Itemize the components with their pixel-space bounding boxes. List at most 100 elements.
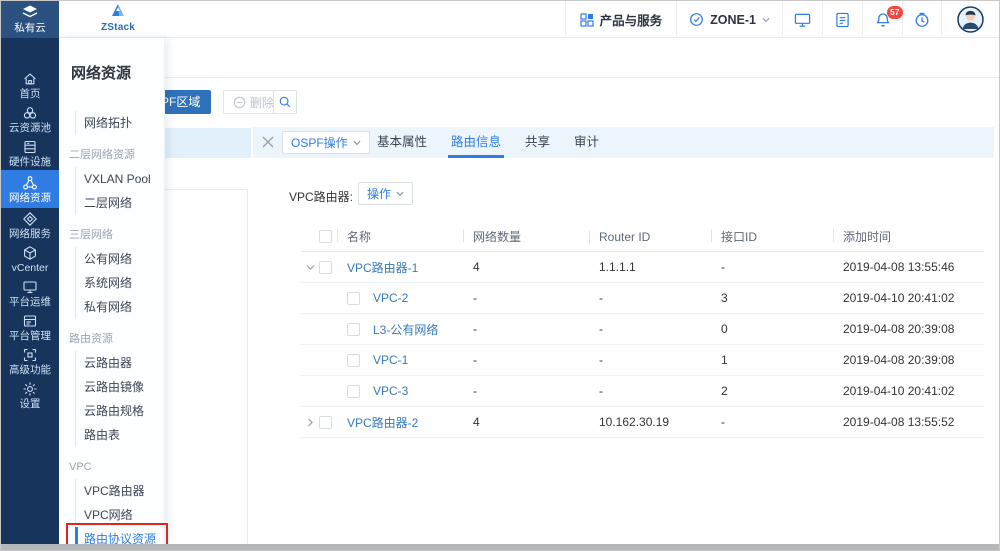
vpc-router-table: 名称网络数量Router ID接口ID添加时间 VPC路由器-141.1.1.1… — [301, 222, 984, 438]
hardware-icon — [22, 139, 38, 155]
subnav-item-vpc-network[interactable]: VPC网络 — [75, 503, 164, 527]
vcenter-icon — [22, 245, 38, 261]
platform-mgmt-icon — [22, 313, 38, 329]
vpc-router-label: VPC路由器: — [289, 188, 353, 205]
subnav-item-public-network[interactable]: 公有网络 — [75, 247, 164, 271]
subnav-item-vxlan-pool[interactable]: VXLAN Pool — [75, 167, 164, 191]
search-button[interactable] — [273, 90, 297, 114]
sidebar-item-vcenter[interactable]: vCenter — [1, 242, 59, 276]
column-separator — [337, 229, 338, 242]
products-services-menu[interactable]: 产品与服务 — [565, 1, 677, 38]
zstack-logo-icon — [108, 3, 128, 18]
column-header-label: 接口ID — [721, 228, 843, 245]
subnav-item-vrouter[interactable]: 云路由器 — [75, 351, 164, 375]
table-row: VPC路由器-141.1.1.1-2019-04-08 13:55:46 — [301, 252, 984, 283]
row-name-link[interactable]: VPC-2 — [373, 291, 408, 305]
row-checkbox[interactable] — [347, 385, 360, 398]
console-button[interactable] — [782, 1, 822, 38]
networks-cell: 4 — [473, 415, 599, 429]
sidebar-item-label: 设置 — [20, 399, 41, 410]
sidebar-item-label: 平台运维 — [9, 297, 51, 308]
sidebar-item-network-resource[interactable]: 网络资源 — [1, 170, 59, 208]
zone-label: ZONE-1 — [710, 13, 756, 27]
row-name-link[interactable]: VPC-1 — [373, 353, 408, 367]
chevron-right-icon[interactable] — [307, 418, 314, 427]
row-checkbox[interactable] — [319, 261, 332, 274]
row-name-link[interactable]: VPC-3 — [373, 384, 408, 398]
row-checkbox[interactable] — [319, 416, 332, 429]
detail-tab-1[interactable]: 路由信息 — [451, 127, 501, 158]
row-action-dropdown[interactable]: 操作 — [358, 182, 413, 205]
networks-cell: - — [473, 322, 599, 336]
row-checkbox[interactable] — [347, 292, 360, 305]
subnav-item-topology[interactable]: 网络拓扑 — [75, 111, 164, 135]
added-time-cell: 2019-04-08 20:39:08 — [843, 322, 984, 336]
notifications-button[interactable]: 57 — [862, 1, 902, 38]
subnav-item-vrouter-image[interactable]: 云路由镜像 — [75, 375, 164, 399]
docs-button[interactable] — [822, 1, 862, 38]
table-row: VPC-2--32019-04-10 20:41:02 — [301, 283, 984, 314]
subnav-item-vrouter-offering[interactable]: 云路由规格 — [75, 399, 164, 423]
ospf-actions-dropdown[interactable]: OSPF操作 — [282, 131, 370, 154]
sidebar-item-settings[interactable]: 设置 — [1, 378, 59, 412]
detail-tab-0[interactable]: 基本属性 — [377, 127, 427, 158]
subnav-item-l2-network[interactable]: 二层网络 — [75, 191, 164, 215]
home-icon — [22, 71, 38, 87]
detail-tab-3[interactable]: 审计 — [574, 127, 599, 158]
subnav-item-private-network[interactable]: 私有网络 — [75, 295, 164, 319]
subnav-item-system-network[interactable]: 系统网络 — [75, 271, 164, 295]
ospf-actions-label: OSPF操作 — [291, 134, 348, 151]
row-action-label: 操作 — [367, 185, 391, 202]
products-services-label: 产品与服务 — [600, 10, 663, 29]
search-icon — [278, 95, 292, 109]
sidebar-item-advanced[interactable]: 高级功能 — [1, 344, 59, 378]
sidebar-item-label: 高级功能 — [9, 365, 51, 376]
column-header-1: 网络数量 — [473, 228, 599, 245]
networks-cell: - — [473, 291, 599, 305]
history-button[interactable] — [902, 1, 941, 38]
added-time-cell: 2019-04-10 20:41:02 — [843, 291, 984, 305]
settings-icon — [22, 381, 38, 397]
name-cell: VPC路由器-1 — [347, 259, 473, 276]
row-name-link[interactable]: L3-公有网络 — [373, 321, 438, 338]
subnav-item-vpc-router[interactable]: VPC路由器 — [75, 479, 164, 503]
sidebar-item-label: 平台管理 — [9, 331, 51, 342]
chevron-down-icon[interactable] — [306, 264, 315, 271]
router-id-cell: - — [599, 353, 721, 367]
column-header-label: Router ID — [599, 230, 721, 244]
row-checkbox[interactable] — [347, 323, 360, 336]
avatar — [957, 6, 984, 33]
private-cloud-switcher[interactable]: 私有云 — [1, 1, 59, 38]
zone-selector[interactable]: ZONE-1 — [676, 1, 782, 38]
sidebar-item-hardware[interactable]: 硬件设施 — [1, 136, 59, 170]
minus-circle-icon — [233, 96, 246, 109]
column-header-3: 接口ID — [721, 228, 843, 245]
sidebar-item-network-service[interactable]: 网络服务 — [1, 208, 59, 242]
select-all-checkbox[interactable] — [319, 230, 332, 243]
detail-tab-2[interactable]: 共享 — [525, 127, 550, 158]
chevron-down-icon — [762, 17, 770, 23]
added-time-cell: 2019-04-10 20:41:02 — [843, 384, 984, 398]
user-menu[interactable] — [941, 1, 999, 38]
row-name-link[interactable]: VPC路由器-2 — [347, 414, 473, 431]
row-name-link[interactable]: VPC路由器-1 — [347, 259, 473, 276]
sidebar-item-platform-mgmt[interactable]: 平台管理 — [1, 310, 59, 344]
subnav-section-label: 路由资源 — [69, 327, 164, 351]
column-separator — [463, 229, 464, 242]
close-icon[interactable] — [261, 135, 275, 154]
row-checkbox[interactable] — [347, 354, 360, 367]
resource-pool-icon — [22, 105, 38, 121]
sidebar-item-label: 网络资源 — [9, 193, 51, 204]
zone-icon — [689, 12, 704, 27]
sidebar-item-platform-ops[interactable]: 平台运维 — [1, 276, 59, 310]
sidebar-item-resource-pool[interactable]: 云资源池 — [1, 102, 59, 136]
networks-cell: - — [473, 384, 599, 398]
zstack-logo-text: ZStack — [96, 22, 140, 33]
column-separator — [589, 231, 590, 244]
sidebar-item-home[interactable]: 首页 — [1, 68, 59, 102]
network-resource-icon — [22, 175, 38, 191]
subnav-item-route-table[interactable]: 路由表 — [75, 423, 164, 447]
table-row: VPC-3--22019-04-10 20:41:02 — [301, 376, 984, 407]
interface-id-cell: - — [721, 260, 843, 274]
horizontal-scrollbar[interactable] — [1, 544, 999, 550]
